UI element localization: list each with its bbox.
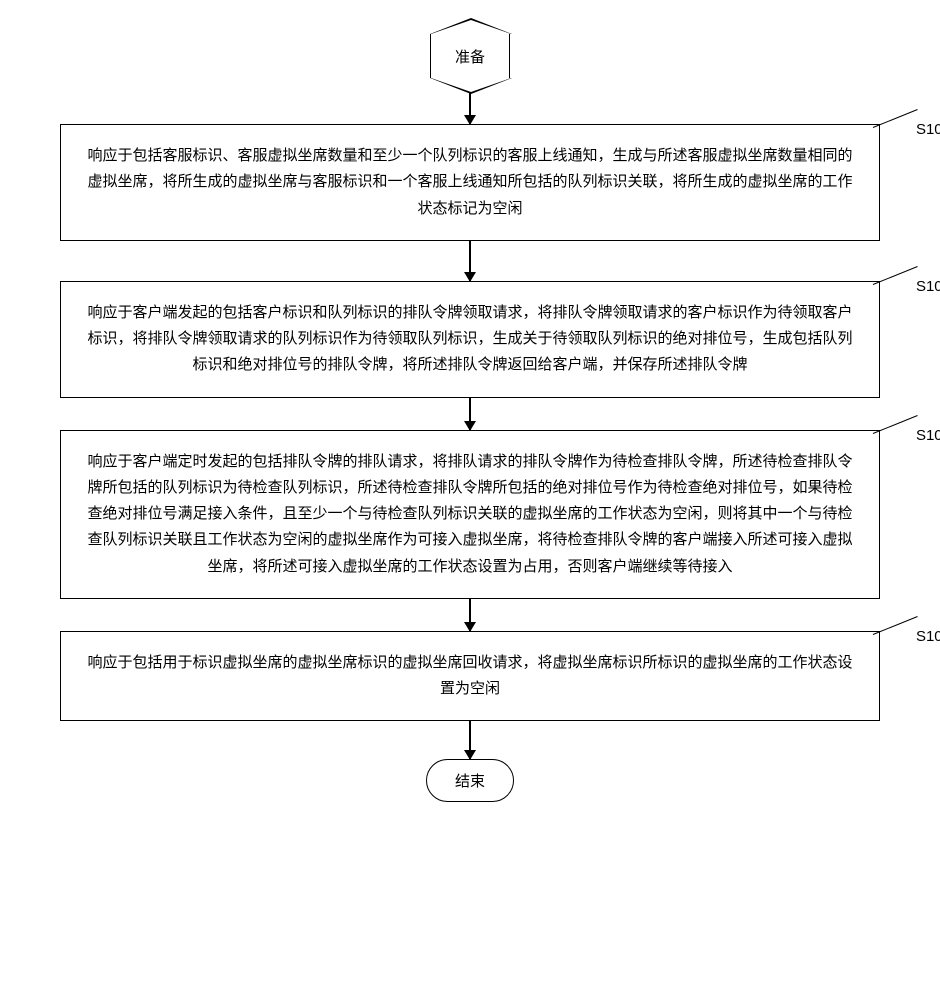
leader-line: [873, 109, 918, 128]
leader-line: [873, 415, 918, 434]
arrow: [469, 398, 471, 430]
arrow: [469, 599, 471, 631]
start-node: 准备: [430, 34, 510, 78]
end-label: 结束: [455, 774, 485, 790]
end-node: 结束: [426, 759, 514, 802]
leader-line: [873, 266, 918, 285]
step-id-label: S102: [916, 274, 940, 300]
step-id-label: S101: [916, 117, 940, 143]
leader-line: [873, 616, 918, 635]
process-step-s103: S103 响应于客户端定时发起的包括排队令牌的排队请求，将排队请求的排队令牌作为…: [60, 430, 880, 599]
start-label: 准备: [455, 46, 485, 67]
step-id-label: S104: [916, 624, 940, 650]
arrow: [469, 241, 471, 281]
step-id-label: S103: [916, 423, 940, 449]
flowchart-container: 准备 S101 响应于包括客服标识、客服虚拟坐席数量和至少一个队列标识的客服上线…: [20, 20, 920, 802]
step-text: 响应于包括用于标识虚拟坐席的虚拟坐席标识的虚拟坐席回收请求，将虚拟坐席标识所标识…: [87, 655, 852, 697]
arrow: [469, 721, 471, 759]
step-text: 响应于客户端定时发起的包括排队令牌的排队请求，将排队请求的排队令牌作为待检查排队…: [87, 454, 852, 575]
process-step-s102: S102 响应于客户端发起的包括客户标识和队列标识的排队令牌领取请求，将排队令牌…: [60, 281, 880, 398]
process-step-s101: S101 响应于包括客服标识、客服虚拟坐席数量和至少一个队列标识的客服上线通知，…: [60, 124, 880, 241]
step-text: 响应于包括客服标识、客服虚拟坐席数量和至少一个队列标识的客服上线通知，生成与所述…: [87, 148, 852, 217]
process-step-s104: S104 响应于包括用于标识虚拟坐席的虚拟坐席标识的虚拟坐席回收请求，将虚拟坐席…: [60, 631, 880, 722]
step-text: 响应于客户端发起的包括客户标识和队列标识的排队令牌领取请求，将排队令牌领取请求的…: [87, 305, 852, 374]
